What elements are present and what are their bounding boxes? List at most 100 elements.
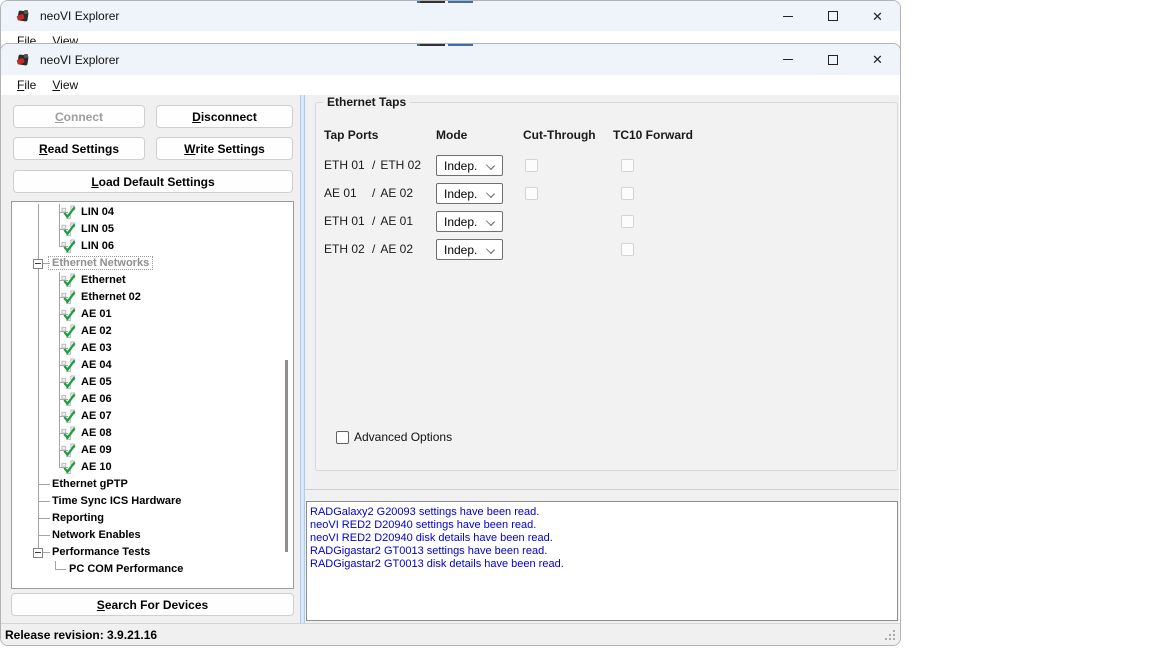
advanced-options-checkbox[interactable] xyxy=(336,431,349,444)
tree-item-label: Ethernet Networks xyxy=(49,257,152,269)
close-button[interactable]: ✕ xyxy=(855,44,900,75)
tc10-forward-checkbox[interactable] xyxy=(621,159,634,172)
mode-value: Indep. xyxy=(444,243,477,257)
tree-connector-line xyxy=(38,204,39,221)
mode-select[interactable]: Indep. xyxy=(436,211,503,232)
column-header-cut-through: Cut-Through xyxy=(523,128,596,142)
tree-item[interactable]: AE 09 xyxy=(12,442,293,459)
menu-file[interactable]: File xyxy=(9,76,44,95)
tree-item-label: LIN 06 xyxy=(81,240,114,252)
tree-item[interactable]: AE 10 xyxy=(12,459,293,476)
tree-item[interactable]: AE 05 xyxy=(12,374,293,391)
tree-scrollbar-thumb[interactable] xyxy=(285,360,288,552)
tree-item-label: LIN 04 xyxy=(81,206,114,218)
tap-port-a: ETH 02 xyxy=(324,242,372,256)
chevron-down-icon xyxy=(486,161,495,170)
minimize-button[interactable] xyxy=(765,44,810,75)
tap-port-a: ETH 01 xyxy=(324,214,372,228)
window-title: neoVI Explorer xyxy=(40,9,119,23)
tc10-forward-checkbox[interactable] xyxy=(621,215,634,228)
network-check-icon xyxy=(61,341,76,356)
tree-item[interactable]: LIN 06 xyxy=(12,238,293,255)
tree-item[interactable]: Ethernet Networks xyxy=(12,255,293,272)
settings-panel: Ethernet Taps Tap Ports Mode Cut-Through… xyxy=(305,95,899,623)
ethernet-taps-group: Ethernet Taps Tap Ports Mode Cut-Through… xyxy=(315,102,898,471)
tree-item[interactable]: Ethernet 02 xyxy=(12,289,293,306)
window-title: neoVI Explorer xyxy=(40,53,119,67)
mode-select[interactable]: Indep. xyxy=(436,155,503,176)
tree-item-label: Reporting xyxy=(52,512,104,524)
device-panel: Connect Disconnect Read Settings Write S… xyxy=(1,95,300,623)
collapse-toggle-icon[interactable] xyxy=(33,259,43,269)
tree-item[interactable]: PC COM Performance xyxy=(12,561,293,578)
cut-through-checkbox[interactable] xyxy=(525,159,538,172)
network-check-icon xyxy=(61,426,76,441)
read-settings-button[interactable]: Read Settings xyxy=(13,137,145,160)
column-header-mode: Mode xyxy=(436,128,467,142)
tree-connector-line xyxy=(38,289,39,306)
menu-view[interactable]: View xyxy=(44,76,86,95)
mode-value: Indep. xyxy=(444,215,477,229)
tree-item[interactable]: AE 06 xyxy=(12,391,293,408)
tree-connector-line xyxy=(38,357,39,374)
window-edge-artifact xyxy=(420,44,445,46)
search-for-devices-button[interactable]: Search For Devices xyxy=(11,593,294,616)
load-default-settings-button[interactable]: Load Default Settings xyxy=(13,170,293,193)
tap-port-separator: / xyxy=(372,186,375,200)
tree-connector-line xyxy=(38,340,39,357)
mode-select[interactable]: Indep. xyxy=(436,239,503,260)
tree-connector-line xyxy=(39,501,50,502)
network-check-icon xyxy=(61,239,76,254)
close-button[interactable]: ✕ xyxy=(855,1,900,31)
tree-item[interactable]: AE 02 xyxy=(12,323,293,340)
write-settings-button[interactable]: Write Settings xyxy=(156,137,293,160)
tree-item-label: AE 04 xyxy=(81,359,112,371)
tree-item[interactable]: Ethernet gPTP xyxy=(12,476,293,493)
tree-item[interactable]: AE 04 xyxy=(12,357,293,374)
disconnect-button[interactable]: Disconnect xyxy=(156,105,293,128)
mode-select[interactable]: Indep. xyxy=(436,183,503,204)
tc10-forward-checkbox[interactable] xyxy=(621,243,634,256)
network-check-icon xyxy=(61,375,76,390)
tree-item[interactable]: LIN 05 xyxy=(12,221,293,238)
tree-item[interactable]: AE 03 xyxy=(12,340,293,357)
tap-ports-label: ETH 01/AE 01 xyxy=(324,214,413,228)
maximize-button[interactable] xyxy=(810,1,855,31)
tap-port-a: AE 01 xyxy=(324,186,372,200)
tc10-forward-checkbox[interactable] xyxy=(621,187,634,200)
collapse-toggle-icon[interactable] xyxy=(33,548,43,558)
tap-ports-label: ETH 02/AE 02 xyxy=(324,242,413,256)
column-header-tc10-forward: TC10 Forward xyxy=(613,128,693,142)
connect-button[interactable]: Connect xyxy=(13,105,145,128)
tree-connector-line xyxy=(38,442,39,459)
background-titlebar[interactable]: neoVI Explorer ✕ xyxy=(1,1,900,31)
tree-item[interactable]: AE 07 xyxy=(12,408,293,425)
tap-port-separator: / xyxy=(372,214,375,228)
minimize-button[interactable] xyxy=(765,1,810,31)
network-check-icon xyxy=(61,290,76,305)
tree-item[interactable]: LIN 04 xyxy=(12,204,293,221)
tree-item[interactable]: Reporting xyxy=(12,510,293,527)
network-check-icon xyxy=(61,273,76,288)
tree-item[interactable]: Network Enables xyxy=(12,527,293,544)
tree-item-label: Performance Tests xyxy=(52,546,150,558)
tree-item-label: AE 05 xyxy=(81,376,112,388)
tree-connector-line xyxy=(56,569,66,570)
tree-item[interactable]: Ethernet xyxy=(12,272,293,289)
tree-item[interactable]: Performance Tests xyxy=(12,544,293,561)
tree-item[interactable]: Time Sync ICS Hardware xyxy=(12,493,293,510)
column-header-tap-ports: Tap Ports xyxy=(324,128,378,142)
tree-item[interactable]: AE 01 xyxy=(12,306,293,323)
cut-through-checkbox[interactable] xyxy=(525,187,538,200)
tree-connector-line xyxy=(38,306,39,323)
titlebar[interactable]: neoVI Explorer ✕ xyxy=(1,44,900,75)
message-log[interactable]: RADGalaxy2 G20093 settings have been rea… xyxy=(306,501,898,621)
maximize-button[interactable] xyxy=(810,44,855,75)
chevron-down-icon xyxy=(486,245,495,254)
tree-item[interactable]: AE 08 xyxy=(12,425,293,442)
menubar: File View xyxy=(1,75,900,95)
resize-grip[interactable] xyxy=(893,638,895,640)
tree-connector-line xyxy=(38,459,39,476)
close-icon: ✕ xyxy=(872,53,883,66)
network-check-icon xyxy=(61,392,76,407)
